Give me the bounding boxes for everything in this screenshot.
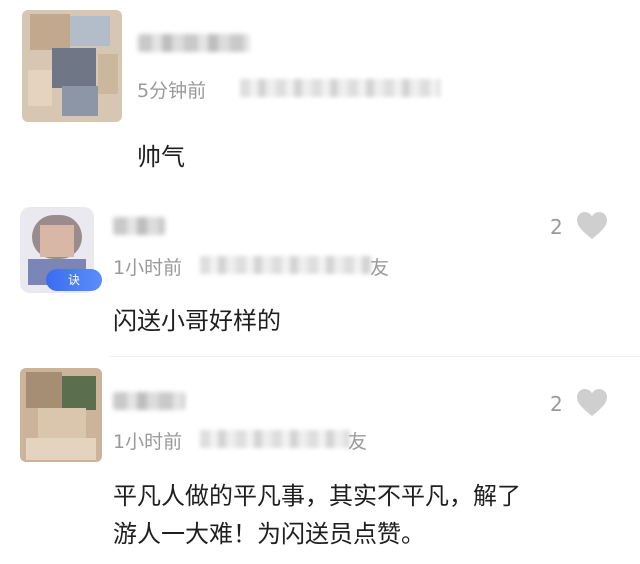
comment-2: 诀 2 1小时前 友 闪送小哥好样的 (0, 195, 640, 358)
comment-text: 闪送小哥好样的 (113, 307, 281, 335)
username[interactable] (113, 392, 185, 410)
heart-icon[interactable] (576, 211, 608, 241)
comment-text-line-1: 平凡人做的平凡事，其实不平凡，解了 (113, 482, 521, 510)
comment-time: 5分钟前 (137, 80, 207, 102)
avatar[interactable] (22, 10, 122, 122)
comment-text: 帅气 (137, 143, 185, 171)
comment-time: 1小时前 (113, 257, 183, 279)
heart-icon[interactable] (576, 388, 608, 418)
username[interactable] (138, 34, 250, 52)
user-badge: 诀 (46, 269, 102, 291)
avatar[interactable] (20, 368, 102, 462)
comment-3: 2 1小时前 友 平凡人做的平凡事，其实不平凡，解了 游人一大难！为闪送员点赞。 (0, 358, 640, 564)
location-tail: 友 (370, 257, 390, 279)
location (200, 256, 372, 274)
location-tail: 友 (348, 431, 368, 453)
location (240, 79, 440, 97)
like-count: 2 (550, 392, 563, 416)
like-count: 2 (550, 215, 563, 239)
comment-time: 1小时前 (113, 431, 183, 453)
comment-1: 5分钟前 帅气 (0, 0, 640, 195)
location (200, 430, 350, 448)
divider (110, 356, 640, 357)
comment-text-line-2: 游人一大难！为闪送员点赞。 (113, 520, 425, 548)
username[interactable] (113, 217, 165, 235)
